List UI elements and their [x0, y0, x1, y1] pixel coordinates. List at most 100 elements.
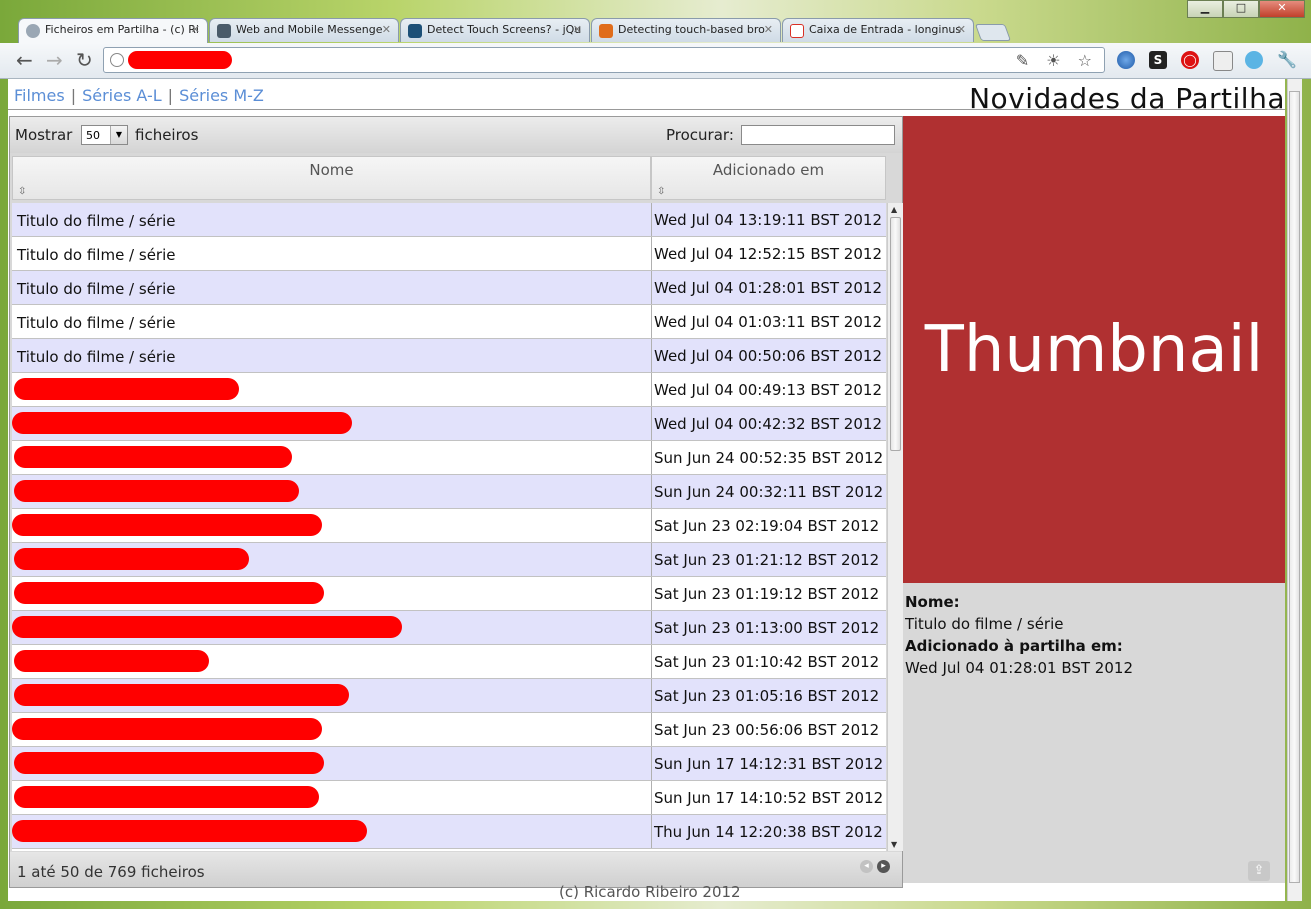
table-row[interactable]: Sat Jun 23 00:56:06 BST 2012 — [12, 713, 886, 747]
browser-tab-detecting-touch[interactable]: Detecting touch-based bro ✕ — [591, 18, 781, 42]
row-name: Titulo do filme / série — [17, 348, 176, 366]
tab-strip: ▁ □ ✕ Ficheiros em Partilha - (c) Ri ✕ W… — [0, 0, 1311, 44]
details-panel: Thumbnail Nome: Titulo do filme / série … — [903, 116, 1285, 883]
close-tab-icon[interactable]: ✕ — [764, 23, 773, 36]
browser-tab-ficheiros[interactable]: Ficheiros em Partilha - (c) Ri ✕ — [18, 18, 208, 44]
redacted-url — [128, 51, 232, 69]
page-size-select[interactable]: 50 ▼ — [81, 125, 128, 145]
globe-icon — [110, 53, 124, 67]
table-row[interactable]: Titulo do filme / série Wed Jul 04 00:50:… — [12, 339, 886, 373]
wrench-icon[interactable]: 🔧 — [1277, 51, 1297, 69]
page-size-value: 50 — [86, 129, 100, 142]
sort-icon: ⇳ — [657, 186, 666, 197]
nav-separator: | — [167, 86, 174, 105]
address-bar-icons[interactable]: ✎ ☀ ☆ — [1016, 51, 1098, 70]
row-date: Sat Jun 23 01:10:42 BST 2012 — [651, 645, 886, 678]
globe-icon — [26, 24, 40, 38]
row-date: Sat Jun 23 01:05:16 BST 2012 — [651, 679, 886, 712]
tab-title: Detecting touch-based bro — [618, 23, 765, 36]
browser-tab-detect-touch[interactable]: Detect Touch Screens? - jQu ✕ — [400, 18, 590, 42]
table-row[interactable]: Sat Jun 23 01:10:42 BST 2012 — [12, 645, 886, 679]
forward-button[interactable]: → — [46, 48, 63, 72]
previous-page-button[interactable]: ◂ — [860, 860, 873, 873]
nav-link-series-a-l[interactable]: Séries A-L — [82, 86, 162, 105]
scroll-down-icon[interactable]: ▼ — [891, 840, 897, 849]
extension-ie-icon[interactable] — [1213, 51, 1233, 71]
table-controls: Mostrar 50 ▼ ficheiros Procurar: — [10, 117, 902, 153]
nav-separator: | — [70, 86, 77, 105]
files-label: ficheiros — [135, 126, 199, 144]
close-window-button[interactable]: ✕ — [1259, 0, 1305, 18]
close-tab-icon[interactable]: ✕ — [191, 23, 200, 36]
table-row[interactable]: Sun Jun 24 00:52:35 BST 2012 — [12, 441, 886, 475]
table-scrollbar[interactable]: ▲ ▼ — [887, 203, 903, 851]
redacted-name — [14, 650, 209, 672]
maximize-button[interactable]: □ — [1223, 0, 1259, 18]
table-row[interactable]: Sun Jun 17 14:12:31 BST 2012 — [12, 747, 886, 781]
table-info: 1 até 50 de 769 ficheiros — [17, 863, 205, 881]
column-header-adicionado[interactable]: Adicionado em ⇳ — [651, 156, 886, 200]
back-button[interactable]: ← — [16, 48, 33, 72]
row-name: Titulo do filme / série — [17, 246, 176, 264]
row-date: Wed Jul 04 01:28:01 BST 2012 — [651, 271, 886, 304]
column-header-label: Nome — [309, 161, 354, 179]
browser-tab-messenger[interactable]: Web and Mobile Messenge ✕ — [209, 18, 399, 42]
page-scrollbar-thumb[interactable] — [1289, 91, 1300, 883]
close-tab-icon[interactable]: ✕ — [957, 23, 966, 36]
reload-button[interactable]: ↻ — [76, 48, 93, 72]
table-row[interactable]: Sat Jun 23 01:19:12 BST 2012 — [12, 577, 886, 611]
row-date: Wed Jul 04 12:52:15 BST 2012 — [651, 237, 886, 270]
close-tab-icon[interactable]: ✕ — [573, 23, 582, 36]
tab-title: Web and Mobile Messenge — [236, 23, 383, 36]
row-date: Sat Jun 23 01:21:12 BST 2012 — [651, 543, 886, 576]
browser-tab-gmail[interactable]: Caixa de Entrada - longinus ✕ — [782, 18, 974, 42]
search-input[interactable] — [741, 125, 895, 145]
table-row[interactable]: Sat Jun 23 01:21:12 BST 2012 — [12, 543, 886, 577]
table-row[interactable]: Titulo do filme / série Wed Jul 04 12:52:… — [12, 237, 886, 271]
next-page-button[interactable]: ▸ — [877, 860, 890, 873]
close-tab-icon[interactable]: ✕ — [382, 23, 391, 36]
minimize-button[interactable]: ▁ — [1187, 0, 1223, 18]
redacted-name — [14, 548, 249, 570]
scrollbar-thumb[interactable] — [890, 217, 901, 451]
top-nav: Filmes | Séries A-L | Séries M-Z — [14, 86, 264, 105]
address-bar[interactable]: ✎ ☀ ☆ — [103, 47, 1105, 73]
row-date: Wed Jul 04 13:19:11 BST 2012 — [651, 203, 886, 236]
extension-skype-icon[interactable] — [1245, 51, 1263, 69]
table-row[interactable]: Sat Jun 23 01:13:00 BST 2012 — [12, 611, 886, 645]
page-scrollbar[interactable] — [1287, 79, 1302, 901]
scroll-up-icon[interactable]: ▲ — [891, 205, 897, 214]
table-row[interactable]: Sat Jun 23 02:19:04 BST 2012 — [12, 509, 886, 543]
row-date: Thu Jun 14 12:20:38 BST 2012 — [651, 815, 886, 848]
redacted-name — [12, 514, 322, 536]
table-row[interactable]: Titulo do filme / série Wed Jul 04 01:28:… — [12, 271, 886, 305]
table-row[interactable]: Thu Jun 14 12:20:38 BST 2012 — [12, 815, 886, 849]
table-row[interactable]: Titulo do filme / série Wed Jul 04 13:19:… — [12, 203, 886, 237]
tab-title: Caixa de Entrada - longinus — [809, 23, 962, 36]
extension-stop-icon[interactable]: ◯ — [1181, 51, 1199, 69]
sort-icon: ⇳ — [18, 186, 27, 197]
added-value: Wed Jul 04 01:28:01 BST 2012 — [905, 659, 1133, 677]
table-body: Titulo do filme / série Wed Jul 04 13:19:… — [12, 203, 886, 851]
share-icon[interactable]: ⇪ — [1248, 861, 1270, 881]
extension-globe-icon[interactable] — [1117, 51, 1135, 69]
nav-link-series-m-z[interactable]: Séries M-Z — [179, 86, 264, 105]
redacted-name — [14, 480, 299, 502]
table-row[interactable]: Sun Jun 17 14:10:52 BST 2012 — [12, 781, 886, 815]
table-row[interactable]: Titulo do filme / série Wed Jul 04 01:03:… — [12, 305, 886, 339]
table-row[interactable]: Wed Jul 04 00:49:13 BST 2012 — [12, 373, 886, 407]
window-controls: ▁ □ ✕ — [1187, 0, 1305, 18]
row-date: Sat Jun 23 00:56:06 BST 2012 — [651, 713, 886, 746]
extension-s-icon[interactable]: S — [1149, 51, 1167, 69]
nav-link-filmes[interactable]: Filmes — [14, 86, 65, 105]
table-row[interactable]: Wed Jul 04 00:42:32 BST 2012 — [12, 407, 886, 441]
table-row[interactable]: Sat Jun 23 01:05:16 BST 2012 — [12, 679, 886, 713]
column-header-nome[interactable]: Nome ⇳ — [12, 156, 651, 200]
article-favicon-icon — [599, 24, 613, 38]
new-tab-button[interactable] — [974, 24, 1012, 41]
chevron-down-icon: ▼ — [110, 126, 127, 144]
table-row[interactable]: Sun Jun 24 00:32:11 BST 2012 — [12, 475, 886, 509]
row-date: Wed Jul 04 00:42:32 BST 2012 — [651, 407, 886, 440]
page: Filmes | Séries A-L | Séries M-Z Novidades d… — [8, 79, 1285, 901]
table-footer: 1 até 50 de 769 ficheiros ◂ ▸ — [10, 852, 902, 887]
